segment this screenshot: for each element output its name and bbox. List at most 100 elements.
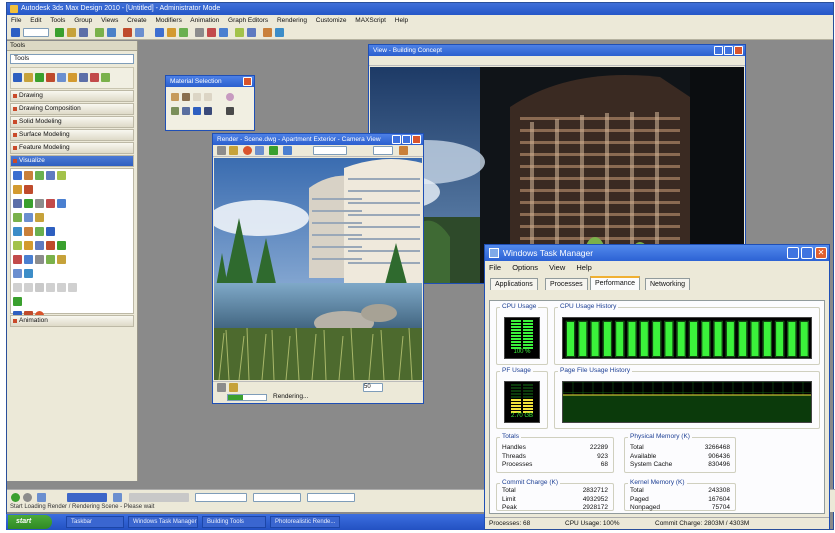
erase-icon[interactable] (46, 73, 55, 82)
taskbar-item[interactable]: Windows Task Manager (128, 516, 198, 528)
new-file-icon[interactable] (11, 28, 20, 37)
tool-icon[interactable] (13, 199, 22, 208)
tab-applications[interactable]: Applications (490, 278, 538, 290)
tool-icon[interactable] (13, 171, 22, 180)
swatch[interactable] (204, 107, 212, 115)
maximize-button[interactable] (801, 247, 813, 259)
tm-menu-view[interactable]: View (549, 263, 565, 272)
zoom-icon[interactable] (195, 28, 204, 37)
close-icon[interactable] (243, 77, 252, 86)
tm-menu-help[interactable]: Help (576, 263, 591, 272)
tab-processes[interactable]: Processes (545, 278, 588, 290)
section-surface-modeling[interactable]: Surface Modeling (10, 129, 134, 141)
tool-icon[interactable] (46, 283, 55, 292)
tool-icon[interactable] (35, 227, 44, 236)
menu-edit[interactable]: Edit (30, 17, 41, 24)
snap-icon[interactable] (107, 28, 116, 37)
taskbar-item[interactable]: Photorealistic Rende... (270, 516, 340, 528)
paint-icon[interactable] (68, 73, 77, 82)
tm-menu-options[interactable]: Options (512, 263, 538, 272)
pointer-icon[interactable] (13, 73, 22, 82)
menu-customize[interactable]: Customize (316, 17, 347, 24)
sphere-icon[interactable] (226, 93, 234, 101)
tool-icon[interactable] (46, 255, 55, 264)
swatch[interactable] (182, 107, 190, 115)
workspace-dropdown[interactable] (23, 28, 49, 37)
section-drawing[interactable]: Drawing (10, 90, 134, 102)
delete-icon[interactable] (90, 73, 99, 82)
tool-icon[interactable] (35, 241, 44, 250)
tool-icon[interactable] (46, 171, 55, 180)
tool-icon[interactable] (57, 241, 66, 250)
group-icon[interactable] (101, 73, 110, 82)
tool-icon[interactable] (24, 241, 33, 250)
swatch[interactable] (204, 93, 212, 101)
orbit-icon[interactable] (219, 28, 228, 37)
coord-x-field[interactable] (195, 493, 247, 502)
taskbar-item[interactable]: Building Tools (202, 516, 266, 528)
region-icon[interactable] (229, 146, 238, 155)
tools-combo[interactable]: Tools (10, 54, 134, 64)
play-icon[interactable] (11, 493, 20, 502)
minimize-button[interactable] (787, 247, 799, 259)
menu-file[interactable]: File (11, 17, 21, 24)
section-animation[interactable]: Animation (10, 315, 134, 327)
rotate-icon[interactable] (79, 28, 88, 37)
section-drawing-composition[interactable]: Drawing Composition (10, 103, 134, 115)
menu-maxscript[interactable]: MAXScript (355, 17, 386, 24)
camera-icon[interactable] (179, 28, 188, 37)
menu-views[interactable]: Views (101, 17, 118, 24)
menu-modifiers[interactable]: Modifiers (155, 17, 181, 24)
tool-icon[interactable] (68, 283, 77, 292)
exposure-icon[interactable] (399, 146, 408, 155)
menu-graph-editors[interactable]: Graph Editors (228, 17, 268, 24)
render-icon[interactable] (123, 28, 132, 37)
close-icon[interactable] (412, 135, 421, 144)
time-slider[interactable] (67, 493, 107, 502)
menu-tools[interactable]: Tools (50, 17, 65, 24)
tool-icon[interactable] (35, 171, 44, 180)
taskbar-item[interactable]: Taskbar (66, 516, 124, 528)
scale-field[interactable] (373, 146, 393, 155)
swatch[interactable] (182, 93, 190, 101)
settings-icon[interactable] (283, 146, 292, 155)
copy-icon[interactable] (57, 73, 66, 82)
tool-icon[interactable] (35, 213, 44, 222)
swatch[interactable] (193, 107, 201, 115)
minimize-icon[interactable] (714, 46, 723, 55)
align-icon[interactable] (79, 73, 88, 82)
tool-icon[interactable] (13, 269, 22, 278)
view-icon[interactable] (235, 28, 244, 37)
tool-icon[interactable] (24, 213, 33, 222)
section-solid-modeling[interactable]: Solid Modeling (10, 116, 134, 128)
tool-icon[interactable] (46, 227, 55, 236)
swatch[interactable] (171, 107, 179, 115)
shape-icon[interactable] (35, 73, 44, 82)
clone-icon[interactable] (229, 383, 238, 392)
stop-render-icon[interactable] (243, 146, 252, 155)
zoom-icon[interactable] (255, 146, 264, 155)
section-visualize[interactable]: Visualize (10, 155, 134, 167)
light-icon[interactable] (167, 28, 176, 37)
scale-icon[interactable] (95, 28, 104, 37)
maximize-icon[interactable] (402, 135, 411, 144)
menu-rendering[interactable]: Rendering (277, 17, 307, 24)
tool-icon[interactable] (13, 297, 22, 306)
pencil-icon[interactable] (24, 73, 33, 82)
help-icon[interactable] (275, 28, 284, 37)
menu-group[interactable]: Group (74, 17, 92, 24)
save-icon[interactable] (217, 146, 226, 155)
tool-icon[interactable] (13, 213, 22, 222)
tool-icon[interactable] (24, 283, 33, 292)
move-icon[interactable] (67, 28, 76, 37)
frame-controls[interactable] (129, 493, 189, 502)
pan-icon[interactable] (207, 28, 216, 37)
tool-icon[interactable] (13, 255, 22, 264)
tool-icon[interactable] (35, 255, 44, 264)
channel-icon[interactable] (269, 146, 278, 155)
menu-animation[interactable]: Animation (190, 17, 219, 24)
section-feature-modeling[interactable]: Feature Modeling (10, 142, 134, 154)
swatch[interactable] (193, 93, 201, 101)
tool-icon[interactable] (24, 255, 33, 264)
tool-icon[interactable] (24, 171, 33, 180)
